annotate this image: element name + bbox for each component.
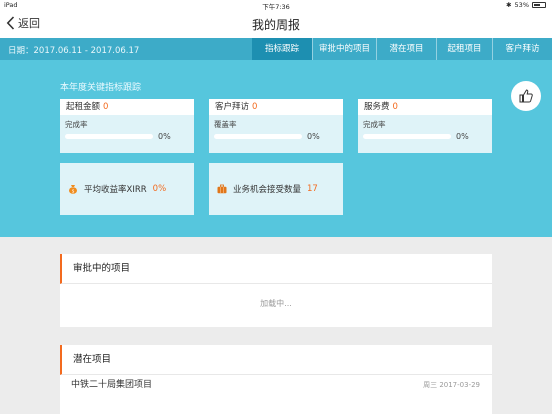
- kpi-label: 起租金额: [66, 102, 101, 112]
- stat-value: 0%: [152, 184, 167, 194]
- money-bag-icon: $: [69, 185, 77, 194]
- section-title: 潜在项目: [60, 345, 492, 375]
- project-name: 中铁二十局集团项目: [71, 380, 153, 390]
- kpi-value: 0: [103, 102, 109, 112]
- svg-text:$: $: [72, 188, 75, 194]
- nav-bar: 返回 我的周报: [0, 10, 552, 38]
- like-button[interactable]: [511, 81, 541, 111]
- tab-potential-projects[interactable]: 潜在项目: [376, 38, 436, 60]
- project-date: 周三 2017-03-29: [423, 381, 480, 389]
- kpi-value: 0: [252, 102, 258, 112]
- stat-value: 17: [307, 184, 318, 194]
- progress-percent: 0%: [456, 132, 469, 141]
- battery-percent: 53%: [514, 1, 529, 9]
- kpi-label: 服务费: [364, 102, 390, 112]
- kpi-value: 0: [392, 102, 398, 112]
- kpi-sub-label: 覆盖率: [214, 120, 237, 129]
- briefcase-icon: [217, 184, 227, 194]
- page-title: 我的周报: [251, 18, 300, 32]
- list-item[interactable]: 中铁二十局集团项目 周三 2017-03-29: [60, 375, 492, 395]
- tab-lease-projects[interactable]: 起租项目: [436, 38, 492, 60]
- section-title: 审批中的项目: [60, 254, 492, 284]
- progress-bar: [65, 134, 153, 139]
- stat-card-opportunities: 业务机会接受数量 17: [209, 163, 343, 215]
- loading-text: 加载中...: [260, 299, 292, 308]
- kpi-card-client-visits: 客户拜访 0 覆盖率 0%: [209, 99, 343, 153]
- kpi-card-service-fee: 服务费 0 完成率 0%: [358, 99, 492, 153]
- battery-icon: [532, 2, 546, 8]
- thumbs-up-icon: [519, 89, 533, 103]
- progress-percent: 0%: [307, 132, 320, 141]
- section-potential: 潜在项目 中铁二十局集团项目 周三 2017-03-29: [60, 345, 492, 414]
- date-range: 日期：2017.06.11 - 2017.06.17: [8, 46, 140, 56]
- section-approval: 审批中的项目 加载中...: [60, 254, 492, 327]
- tab-bar: 日期：2017.06.11 - 2017.06.17 指标跟踪 审批中的项目 潜…: [0, 38, 552, 60]
- kpi-sub-label: 完成率: [65, 120, 88, 129]
- tab-client-visits[interactable]: 客户拜访: [492, 38, 552, 60]
- kpi-panel: 本年度关键指标跟踪 起租金额 0 完成率 0% 客户拜访 0 覆盖率 0% 服务费 0…: [0, 60, 552, 237]
- kpi-sub-label: 完成率: [363, 120, 386, 129]
- progress-bar: [214, 134, 302, 139]
- stat-card-xirr: $ 平均收益率XIRR 0%: [60, 163, 194, 215]
- progress-percent: 0%: [158, 132, 171, 141]
- kpi-card-lease-amount: 起租金额 0 完成率 0%: [60, 99, 194, 153]
- kpi-title: 本年度关键指标跟踪: [60, 83, 142, 93]
- tab-indicator-tracking[interactable]: 指标跟踪: [252, 38, 312, 60]
- tabs: 指标跟踪 审批中的项目 潜在项目 起租项目 客户拜访: [252, 38, 552, 60]
- kpi-label: 客户拜访: [215, 102, 250, 112]
- status-bar: iPad 下午7:36 ✱ 53%: [0, 0, 552, 11]
- stat-label: 业务机会接受数量: [233, 185, 302, 195]
- progress-bar: [363, 134, 451, 139]
- bluetooth-icon: ✱: [506, 1, 512, 9]
- status-right: ✱ 53%: [506, 1, 546, 9]
- tab-approval-projects[interactable]: 审批中的项目: [312, 38, 376, 60]
- stat-label: 平均收益率XIRR: [84, 185, 147, 195]
